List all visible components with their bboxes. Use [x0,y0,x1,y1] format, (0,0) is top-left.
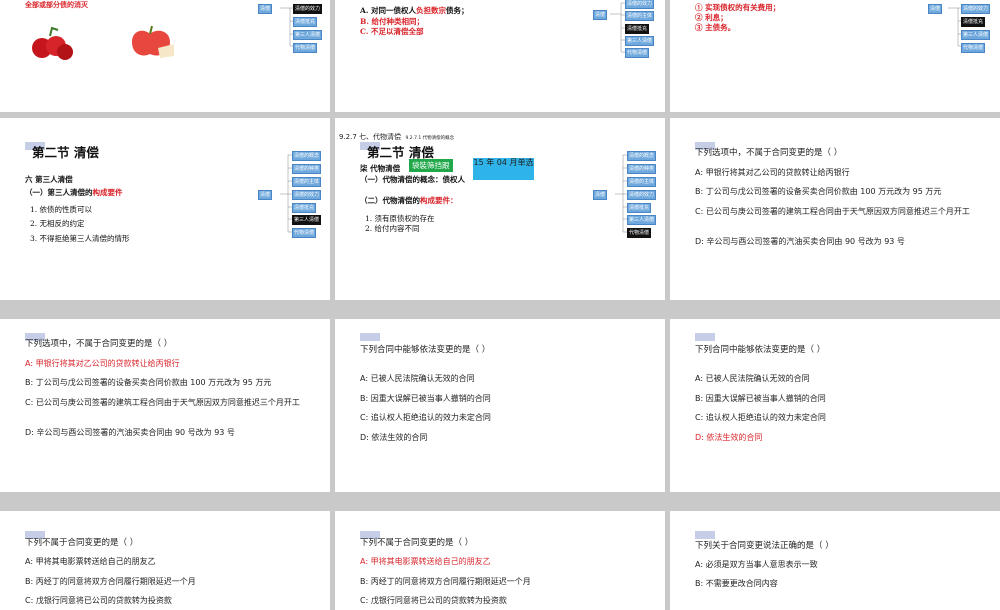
slide-9[interactable]: 下列合同中能够依法变更的是（ ） A: 已被人民法院确认无效的合同 B: 因重大… [670,319,1000,492]
slide-10[interactable]: 下列不属于合同变更的是（ ） A: 甲将其电影票转送给自己的朋友乙 B: 丙经丁… [0,511,330,610]
mind-item: 清偿抵充 [961,17,986,27]
option-b: B: 丁公司与戊公司签署的设备买卖合同价款由 100 万元改为 95 万元 [25,378,272,387]
mind-root: 清偿 [258,190,273,200]
option-a: A: 必须是双方当事人意思表示一致 [695,560,818,569]
option-c: C: 追认权人拒绝追认的效力未定合同 [360,413,491,422]
mind-item: 第三人清偿 [293,30,323,40]
mind-item: 第三人清偿 [292,215,322,225]
option-a: A: 甲将其电影票转送给自己的朋友乙 [25,557,156,566]
mind-item: 清偿的效力 [627,190,657,200]
slide-tab [695,333,715,341]
option-d: D: 辛公司与酉公司签署的汽油买卖合同由 90 号改为 93 号 [695,237,905,246]
slide-tab [360,333,380,341]
mind-item: 清偿的种类 [292,164,322,174]
option-a: A: 已被人民法院确认无效的合同 [695,374,810,383]
slide-sorter-grid: 全部或部分债的消灭 清偿 清偿的效力 清偿抵充 第三人清偿 代物清偿 A. 对同… [0,0,1000,610]
option-d: D: 依法生效的合同 [695,433,763,442]
slide-6[interactable]: 下列选项中，不属于合同变更的是（ ） A: 甲银行将其对乙公司的贷款转让给丙银行… [670,118,1000,300]
mind-item: 代物清偿 [292,228,317,238]
option-c: C: 追认权人拒绝追认的效力未定合同 [695,413,826,422]
mind-item: 清偿的效力 [625,0,655,9]
mind-item: 清偿的效力 [292,190,322,200]
option-c: C: 已公司与庚公司签署的建筑工程合同由于天气原因双方同意推迟三个月开工 [695,207,970,216]
option-a: A: 甲银行将其对乙公司的贷款转让给丙银行 [695,168,850,177]
option-a: A: 已被人民法院确认无效的合同 [360,374,475,383]
option-b: B: 不需要更改合同内容 [695,579,778,588]
slide-2[interactable]: A. 对同一债权人负担数宗债务； B. 给付种类相同； C. 不足以清偿全部 清… [335,0,665,112]
mind-item: 清偿的主体 [292,177,322,187]
mind-root: 清偿 [928,4,943,14]
question-text: 下列关于合同变更说法正确的是（ ） [695,541,834,551]
option-b: B: 丙经丁的同意将双方合同履行期限延迟一个月 [360,577,531,586]
mind-item: 第三人清偿 [627,215,657,225]
mind-item: 第三人清偿 [625,36,655,46]
option-a: A: 甲银行将其对乙公司的贷款转让给丙银行 [25,359,180,368]
slide-7[interactable]: 下列选项中，不属于合同变更的是（ ） A: 甲银行将其对乙公司的贷款转让给丙银行… [0,319,330,492]
mind-item: 代物清偿 [293,43,318,53]
option-d: D: 辛公司与酉公司签署的汽油买卖合同由 90 号改为 93 号 [25,428,235,437]
mind-item: 清偿的效力 [961,4,991,14]
slide-12[interactable]: 下列关于合同变更说法正确的是（ ） A: 必须是双方当事人意思表示一致 B: 不… [670,511,1000,610]
mind-item: 清偿抵充 [292,203,317,213]
mind-item: 代物清偿 [625,48,650,58]
mind-root: 清偿 [593,10,608,20]
slide-1[interactable]: 全部或部分债的消灭 清偿 清偿的效力 清偿抵充 第三人清偿 代物清偿 [0,0,330,112]
option-b: B: 因重大误解已被当事人撤销的合同 [695,394,826,403]
slide-8[interactable]: 下列合同中能够依法变更的是（ ） A: 已被人民法院确认无效的合同 B: 因重大… [335,319,665,492]
option-b: B: 丙经丁的同意将双方合同履行期限延迟一个月 [25,577,196,586]
question-text: 下列选项中，不属于合同变更的是（ ） [695,148,843,158]
slide-11[interactable]: 下列不属于合同变更的是（ ） A: 甲将其电影票转送给自己的朋友乙 B: 丙经丁… [335,511,665,610]
mind-root: 清偿 [258,4,273,14]
mind-item: 清偿的概念 [627,151,657,161]
option-c: C: 戊银行同意将已公司的贷款转为投资款 [25,596,172,605]
mind-item: 清偿的主体 [625,11,655,21]
option-b: B: 丁公司与戊公司签署的设备买卖合同价款由 100 万元改为 95 万元 [695,187,942,196]
mind-item: 清偿的效力 [293,4,323,14]
mind-item: 清偿抵充 [625,24,650,34]
option-a: A: 甲将其电影票转送给自己的朋友乙 [360,557,491,566]
mind-item: 代物清偿 [961,43,986,53]
option-c: C: 戊银行同意将已公司的贷款转为投资款 [360,596,507,605]
option-c: C: 已公司与庚公司签署的建筑工程合同由于天气原因双方同意推迟三个月开工 [25,398,300,407]
slide-tab [695,531,715,539]
question-text: 下列选项中，不属于合同变更的是（ ） [25,339,173,349]
mind-item: 清偿的概念 [292,151,322,161]
slide-5[interactable]: 9.2.7 七、代物清偿 9.2.7.1 代物清偿的概念 第二节 清偿 柒 代物… [335,118,665,300]
mind-item: 清偿的主体 [627,177,657,187]
mind-item: 清偿的种类 [627,164,657,174]
mind-item: 代物清偿 [627,228,652,238]
question-text: 下列合同中能够依法变更的是（ ） [360,345,491,355]
mind-item: 第三人清偿 [961,30,991,40]
mind-item: 清偿抵充 [293,17,318,27]
slide-3[interactable]: ① 实现债权的有关费用； ② 利息； ③ 主债务。 清偿 清偿的效力 清偿抵充 … [670,0,1000,112]
question-text: 下列合同中能够依法变更的是（ ） [695,345,826,355]
option-d: D: 依法生效的合同 [360,433,428,442]
mind-root: 清偿 [593,190,608,200]
option-b: B: 因重大误解已被当事人撤销的合同 [360,394,491,403]
mind-item: 清偿抵充 [627,203,652,213]
question-text: 下列不属于合同变更的是（ ） [25,538,139,548]
slide-4[interactable]: 第二节 清偿 六 第三人清偿 （一）第三人清偿的构成要件 1. 依债的性质可以 … [0,118,330,300]
question-text: 下列不属于合同变更的是（ ） [360,538,474,548]
